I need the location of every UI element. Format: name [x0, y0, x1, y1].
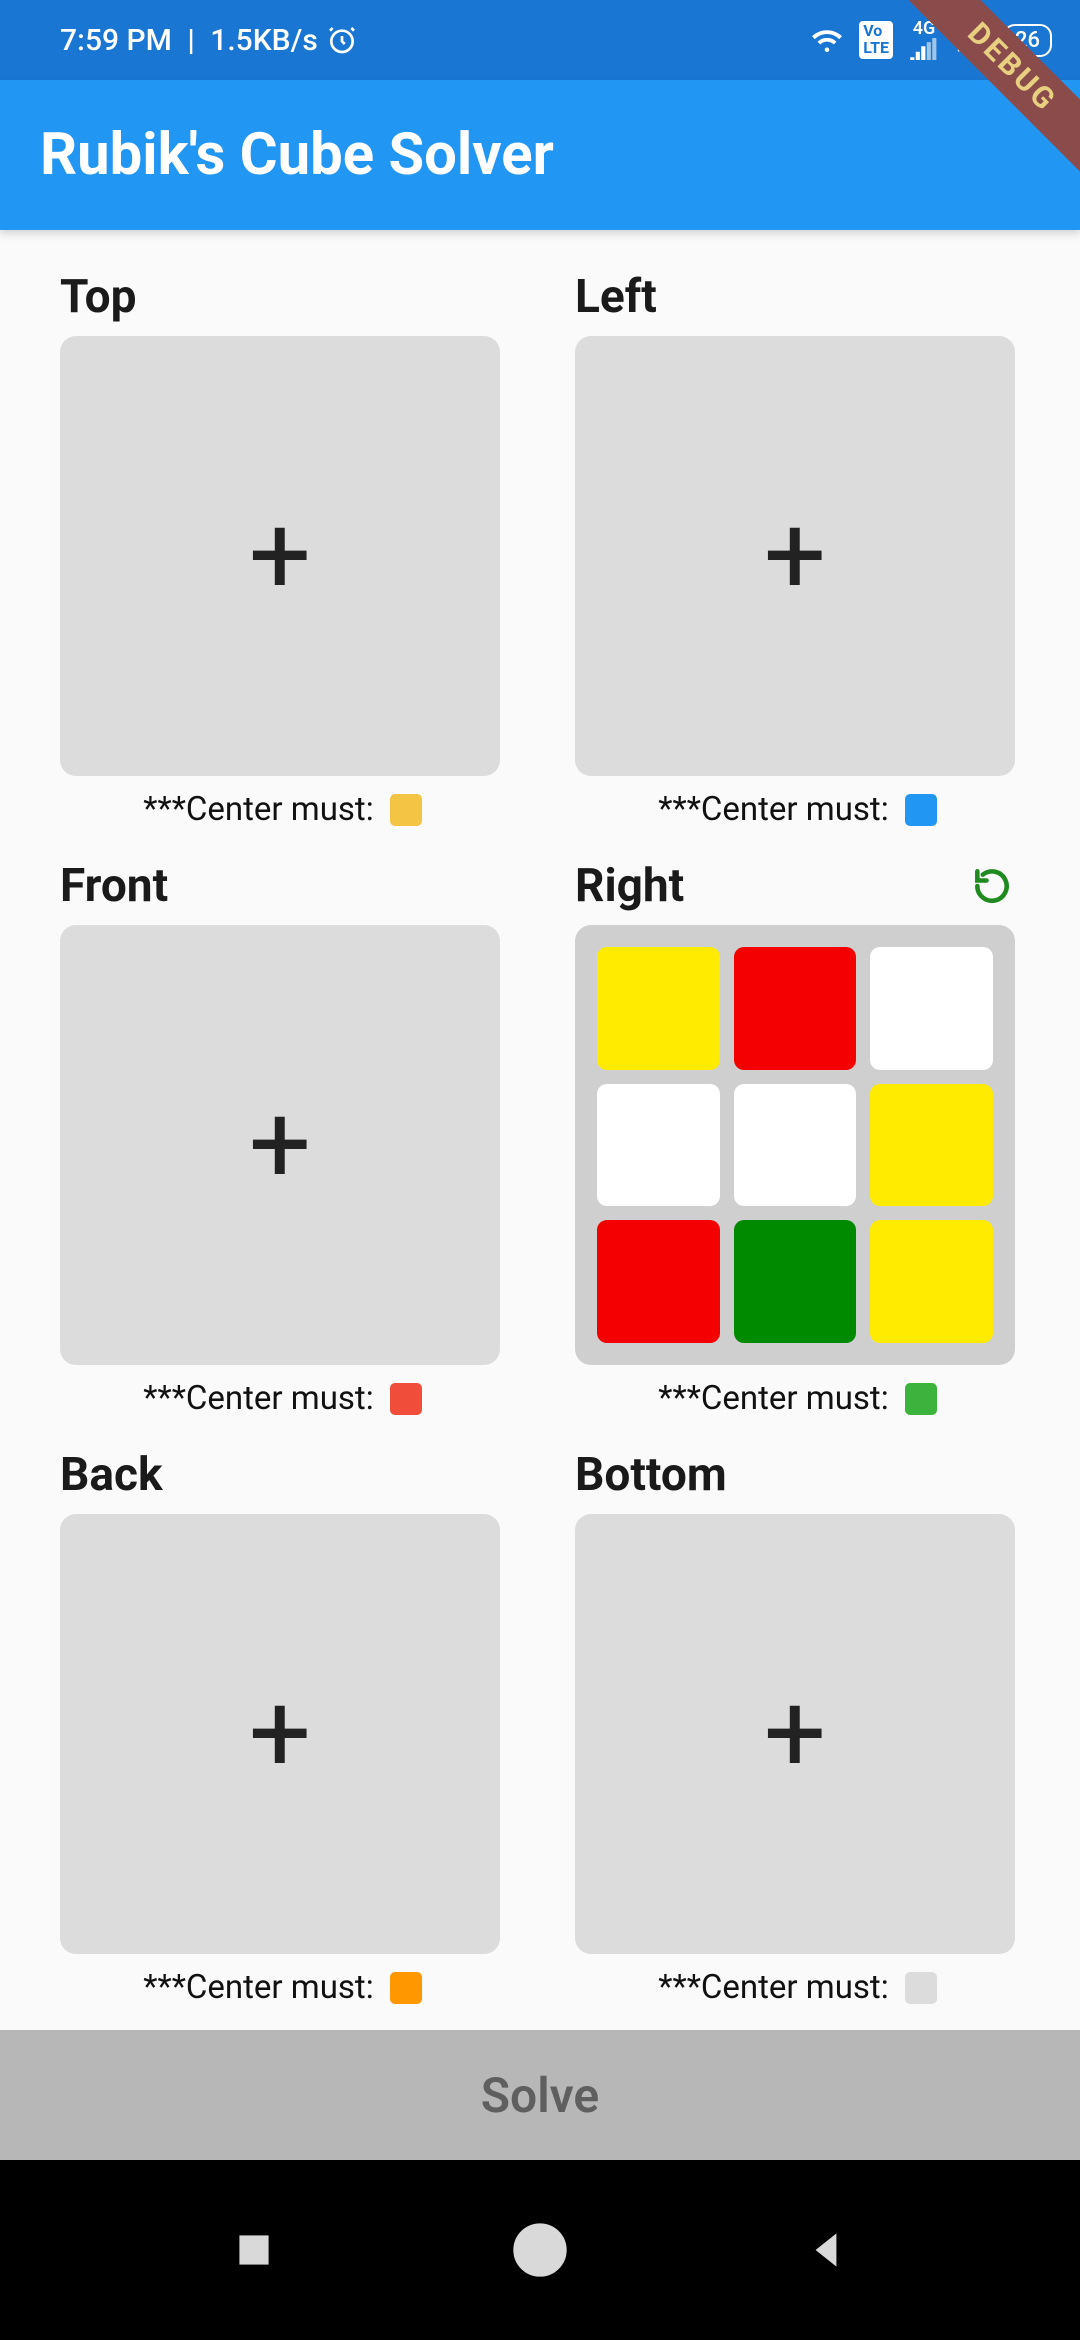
face-top: Top + ***Center must: [60, 270, 505, 829]
face-right-hint: ***Center must: [575, 1379, 1020, 1418]
volte-icon: VoLTE [859, 21, 893, 59]
status-sep: | [180, 23, 202, 58]
face-right-cell-5[interactable] [870, 1084, 993, 1207]
face-grid-container: Top + ***Center must: Left + ***Center m… [60, 270, 1020, 2007]
hint-label: ***Center must: [658, 1379, 888, 1418]
face-right-cell-8[interactable] [870, 1220, 993, 1343]
swatch-front [390, 1383, 422, 1415]
face-top-title: Top [60, 270, 136, 324]
swatch-left [905, 794, 937, 826]
alarm-icon [326, 24, 358, 56]
wifi-icon [809, 25, 845, 55]
face-right-title: Right [575, 859, 684, 913]
plus-icon: + [764, 501, 826, 611]
status-bar: 7:59 PM | 1.5KB/s VoLTE 4G 26 [0, 0, 1080, 80]
face-right-cell-4[interactable] [734, 1084, 857, 1207]
face-back-input[interactable]: + [60, 1514, 500, 1954]
face-back-hint: ***Center must: [60, 1968, 505, 2007]
face-right: Right ***Center must: [575, 859, 1020, 1418]
nav-home-icon[interactable] [508, 2218, 572, 2282]
swatch-top [390, 794, 422, 826]
face-front-title: Front [60, 859, 168, 913]
face-right-cell-7[interactable] [734, 1220, 857, 1343]
face-bottom-input[interactable]: + [575, 1514, 1015, 1954]
face-top-hint: ***Center must: [60, 790, 505, 829]
face-left-hint: ***Center must: [575, 790, 1020, 829]
content: Top + ***Center must: Left + ***Center m… [0, 230, 1080, 2160]
hint-label: ***Center must: [143, 1379, 373, 1418]
face-back-title: Back [60, 1448, 163, 1502]
status-time: 7:59 PM [60, 23, 172, 58]
hint-label: ***Center must: [658, 1968, 888, 2007]
face-bottom: Bottom + ***Center must: [575, 1448, 1020, 2007]
hint-label: ***Center must: [143, 1968, 373, 2007]
face-right-cell-3[interactable] [597, 1084, 720, 1207]
nav-back-icon[interactable] [801, 2225, 851, 2275]
status-rate: 1.5KB/s [210, 23, 317, 58]
face-front-hint: ***Center must: [60, 1379, 505, 1418]
face-back: Back + ***Center must: [60, 1448, 505, 2007]
face-right-cell-6[interactable] [597, 1220, 720, 1343]
solve-label: Solve [481, 2067, 600, 2124]
face-left-input[interactable]: + [575, 336, 1015, 776]
plus-icon: + [249, 1090, 311, 1200]
solve-button[interactable]: Solve [0, 2030, 1080, 2160]
face-front: Front + ***Center must: [60, 859, 505, 1418]
swatch-back [390, 1972, 422, 2004]
plus-icon: + [764, 1679, 826, 1789]
face-top-input[interactable]: + [60, 336, 500, 776]
face-right-grid[interactable] [575, 925, 1015, 1365]
app-bar: Rubik's Cube Solver [0, 80, 1080, 230]
face-bottom-hint: ***Center must: [575, 1968, 1020, 2007]
status-left: 7:59 PM | 1.5KB/s [60, 23, 358, 58]
nav-recent-icon[interactable] [229, 2225, 279, 2275]
hint-label: ***Center must: [143, 790, 373, 829]
plus-icon: + [249, 501, 311, 611]
face-left-title: Left [575, 270, 657, 324]
page-title: Rubik's Cube Solver [40, 121, 554, 189]
system-nav-bar [0, 2160, 1080, 2340]
swatch-bottom [905, 1972, 937, 2004]
face-front-input[interactable]: + [60, 925, 500, 1365]
face-bottom-title: Bottom [575, 1448, 727, 1502]
reset-icon[interactable] [970, 864, 1014, 908]
face-right-cell-2[interactable] [870, 947, 993, 1070]
face-right-cell-1[interactable] [734, 947, 857, 1070]
hint-label: ***Center must: [658, 790, 888, 829]
face-left: Left + ***Center must: [575, 270, 1020, 829]
plus-icon: + [249, 1679, 311, 1789]
face-right-cell-0[interactable] [597, 947, 720, 1070]
swatch-right [905, 1383, 937, 1415]
